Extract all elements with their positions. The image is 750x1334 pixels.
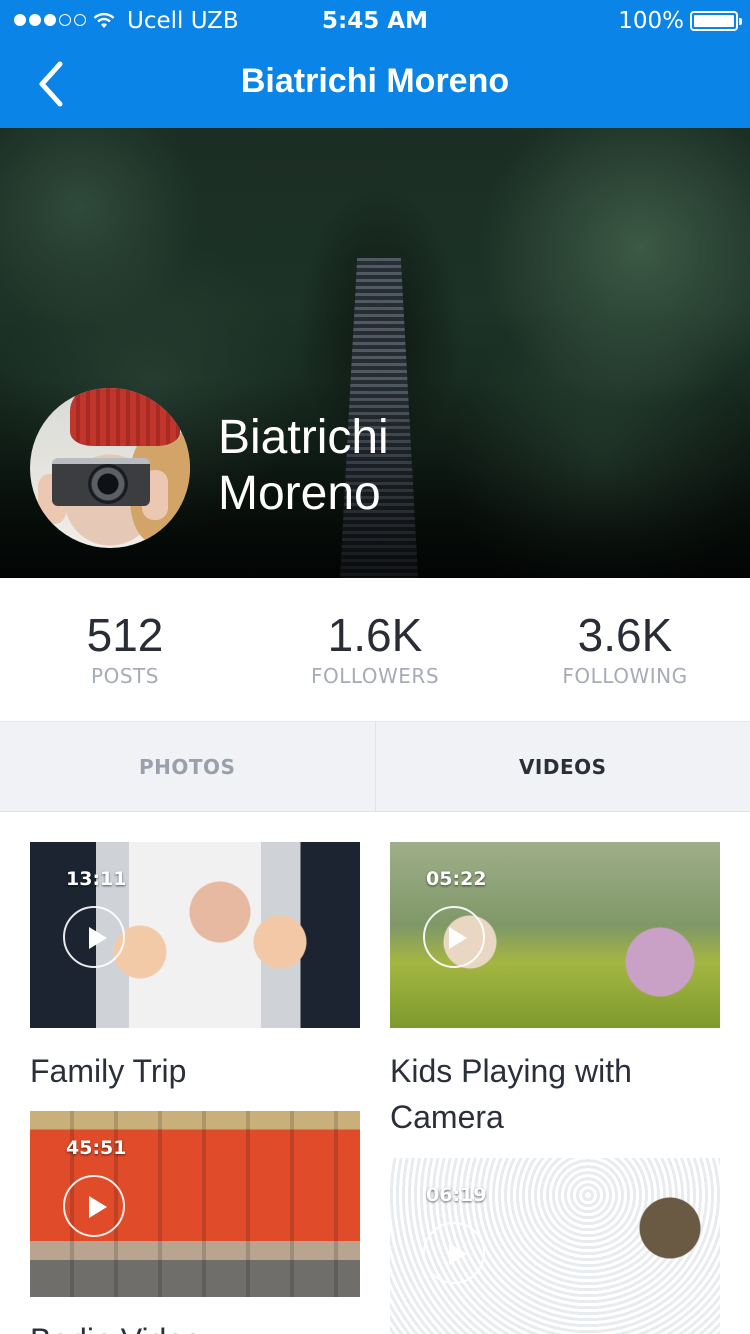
video-duration: 05:22 [426, 868, 487, 890]
stat-label: FOLLOWING [562, 664, 688, 688]
stat-followers[interactable]: 1.6K FOLLOWERS [250, 578, 500, 721]
stat-label: POSTS [91, 664, 159, 688]
profile-cover-image: Biatrichi Moreno [0, 128, 750, 578]
video-card[interactable]: 06:19 [390, 1158, 720, 1334]
stat-posts[interactable]: 512 POSTS [0, 578, 250, 721]
play-icon[interactable] [423, 906, 485, 968]
stat-following[interactable]: 3.6K FOLLOWING [500, 578, 750, 721]
video-thumbnail[interactable]: 13:11 [30, 842, 360, 1028]
video-card[interactable]: 13:11 Family Trip [30, 842, 360, 1094]
video-thumbnail[interactable]: 06:19 [390, 1158, 720, 1334]
play-icon[interactable] [423, 1222, 485, 1284]
avatar[interactable] [30, 388, 190, 548]
tab-videos[interactable]: VIDEOS [376, 722, 750, 811]
profile-stats: 512 POSTS 1.6K FOLLOWERS 3.6K FOLLOWING [0, 578, 750, 722]
video-duration: 06:19 [426, 1184, 487, 1206]
video-title[interactable]: Kids Playing with Camera [390, 1048, 720, 1140]
battery-percentage: 100% [618, 8, 684, 34]
play-icon[interactable] [63, 906, 125, 968]
video-thumbnail[interactable]: 45:51 [30, 1111, 360, 1297]
play-icon[interactable] [63, 1175, 125, 1237]
video-title[interactable]: Family Trip [30, 1048, 360, 1094]
video-thumbnail[interactable]: 05:22 [390, 842, 720, 1028]
status-bar: Ucell UZB 5:45 AM 100% [0, 0, 750, 42]
video-duration: 45:51 [66, 1137, 127, 1159]
video-title[interactable]: Berlin Video [30, 1317, 360, 1334]
battery-icon [690, 11, 742, 31]
stat-value: 512 [86, 609, 164, 661]
stat-label: FOLLOWERS [310, 664, 440, 688]
video-duration: 13:11 [66, 868, 127, 890]
video-card[interactable]: 45:51 Berlin Video [30, 1111, 360, 1334]
video-card[interactable]: 05:22 Kids Playing with Camera [390, 842, 720, 1140]
stat-value: 3.6K [577, 609, 673, 661]
page-title: Biatrichi Moreno [240, 62, 510, 100]
media-tabs: PHOTOS VIDEOS [0, 722, 750, 812]
stat-value: 1.6K [327, 609, 423, 661]
tab-photos[interactable]: PHOTOS [0, 722, 376, 811]
navigation-bar: Biatrichi Moreno [0, 42, 750, 128]
profile-name: Biatrichi Moreno [218, 411, 389, 520]
